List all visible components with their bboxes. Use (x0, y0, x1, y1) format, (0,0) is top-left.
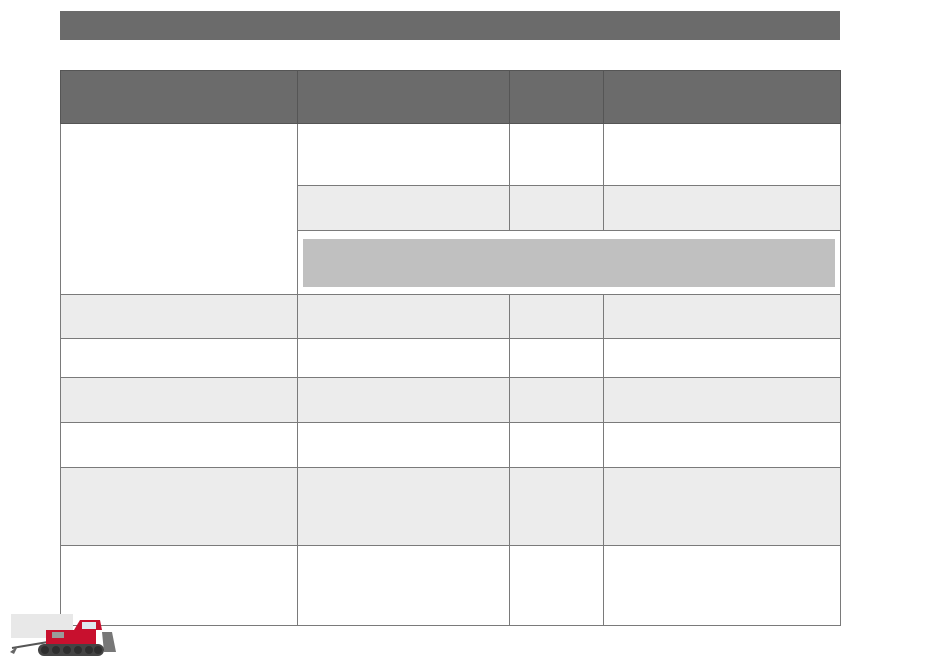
table-row (60, 467, 841, 546)
group-label-cell (60, 123, 298, 295)
spec-table (60, 70, 841, 626)
table-header-row (60, 70, 841, 124)
table-cell (60, 377, 298, 423)
snow-groomer-icon (8, 618, 128, 660)
table-cell (60, 338, 298, 378)
table-row (60, 422, 841, 468)
table-cell (509, 123, 604, 186)
table-row (60, 545, 841, 626)
table-cell (509, 422, 604, 468)
section-title-bar (60, 11, 840, 40)
snow-groomer-icon-svg (10, 620, 116, 656)
merged-note-cell (297, 230, 841, 295)
table-cell (297, 422, 510, 468)
table-cell (509, 377, 604, 423)
table-cell (603, 338, 841, 378)
table-row (60, 338, 841, 378)
table-cell (297, 185, 510, 231)
table-cell (297, 377, 510, 423)
table-cell (60, 467, 298, 546)
merged-note (303, 238, 835, 287)
column-header (603, 70, 841, 124)
table-cell (603, 545, 841, 626)
table-row (60, 377, 841, 423)
table-cell (60, 422, 298, 468)
table-cell (60, 545, 298, 626)
table-cell (603, 185, 841, 231)
table-cell (603, 377, 841, 423)
table-cell (297, 123, 510, 186)
column-header (60, 70, 298, 124)
table-cell (509, 294, 604, 339)
table-cell (60, 294, 298, 339)
table-row (60, 294, 841, 339)
table-cell (603, 422, 841, 468)
column-header (509, 70, 604, 124)
table-cell (297, 294, 510, 339)
table-cell (297, 467, 510, 546)
table-cell (509, 545, 604, 626)
table-cell (509, 185, 604, 231)
table-cell (603, 294, 841, 339)
table-cell (603, 123, 841, 186)
table-cell (297, 545, 510, 626)
table-cell (509, 338, 604, 378)
column-header (297, 70, 510, 124)
table-cell (603, 467, 841, 546)
table-cell (509, 467, 604, 546)
table-row (60, 123, 841, 295)
table-cell (297, 338, 510, 378)
